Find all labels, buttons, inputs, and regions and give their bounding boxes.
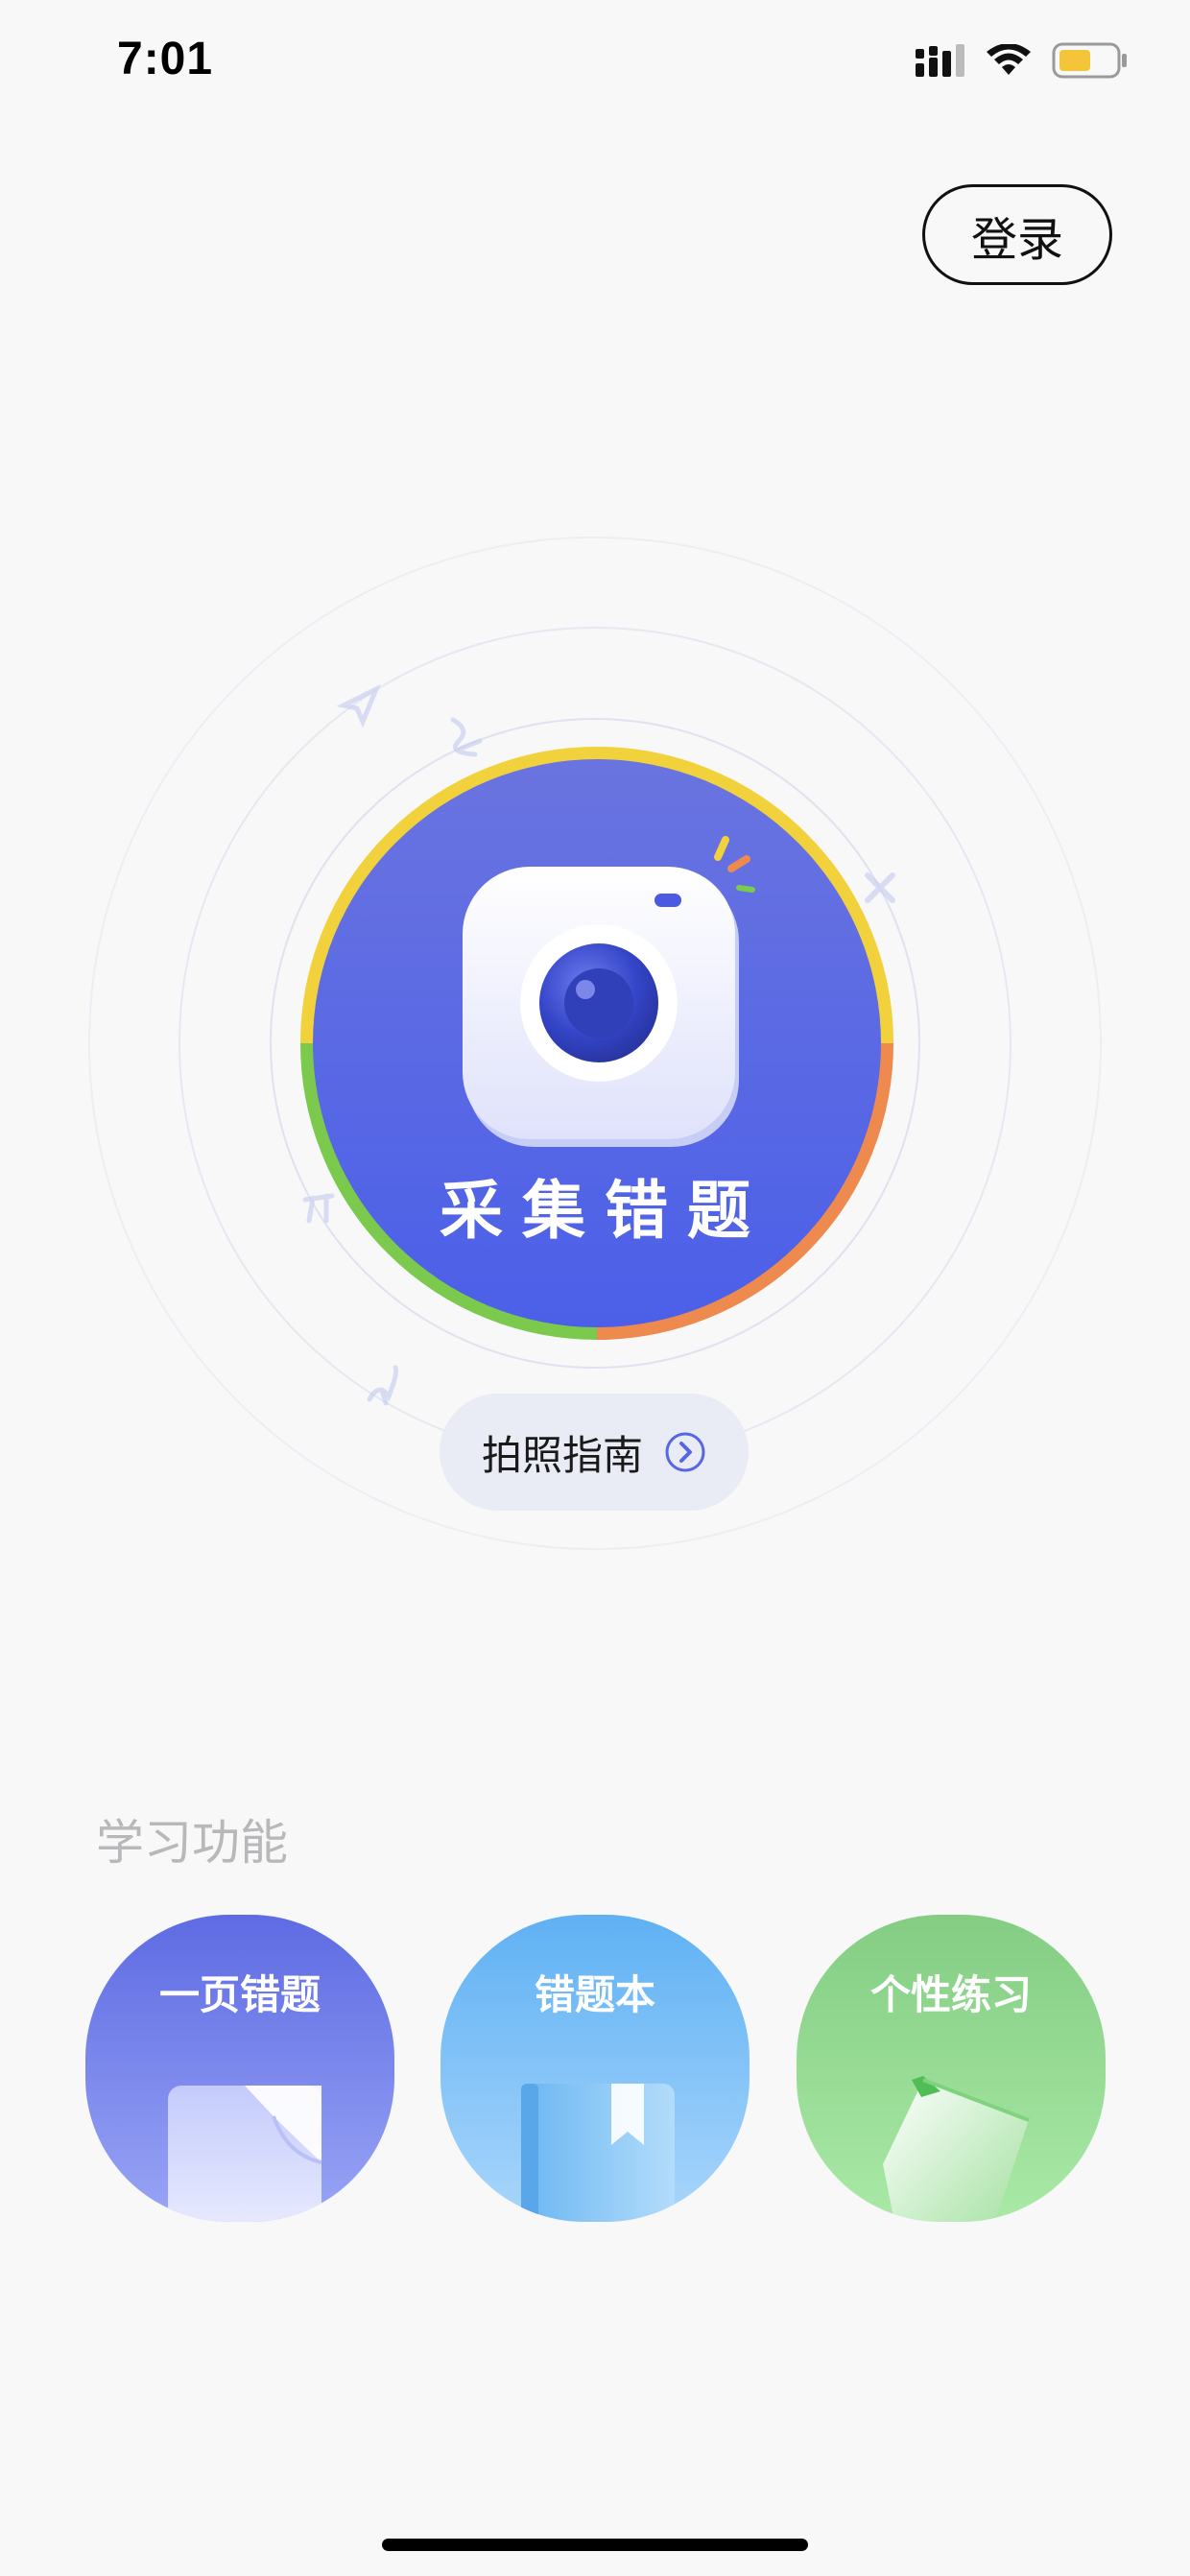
- capture-label: 采集错题: [440, 1174, 770, 1248]
- doodle-plane-icon: [336, 683, 381, 728]
- photo-guide-button[interactable]: 拍照指南: [440, 1394, 749, 1511]
- feature-card-mistake-book[interactable]: 错题本: [440, 1915, 750, 2222]
- home-indicator[interactable]: [382, 2539, 808, 2551]
- photo-guide-label: 拍照指南: [481, 1431, 643, 1479]
- feature-card-one-page-mistakes[interactable]: 一页错题: [85, 1915, 394, 2222]
- book-icon: [521, 2084, 675, 2222]
- camera-icon: [463, 836, 755, 1147]
- capture-circle: [300, 747, 893, 1340]
- card-background: [85, 1915, 394, 2222]
- feature-card-label: 个性练习: [869, 1971, 1032, 2018]
- doodle-squiggle-icon: [367, 1365, 399, 1406]
- card-background: [797, 1915, 1106, 2222]
- section-title-learning-features: 学习功能: [96, 1815, 288, 1871]
- chevron-right-circle-icon: [665, 1432, 705, 1472]
- page-icon: [168, 2086, 322, 2222]
- card-background: [440, 1915, 750, 2222]
- capture-mistakes-button[interactable]: [298, 744, 896, 1343]
- feature-card-label: 一页错题: [158, 1971, 321, 2018]
- feature-card-personal-practice[interactable]: 个性练习: [797, 1915, 1106, 2222]
- feature-card-label: 错题本: [534, 1971, 655, 2018]
